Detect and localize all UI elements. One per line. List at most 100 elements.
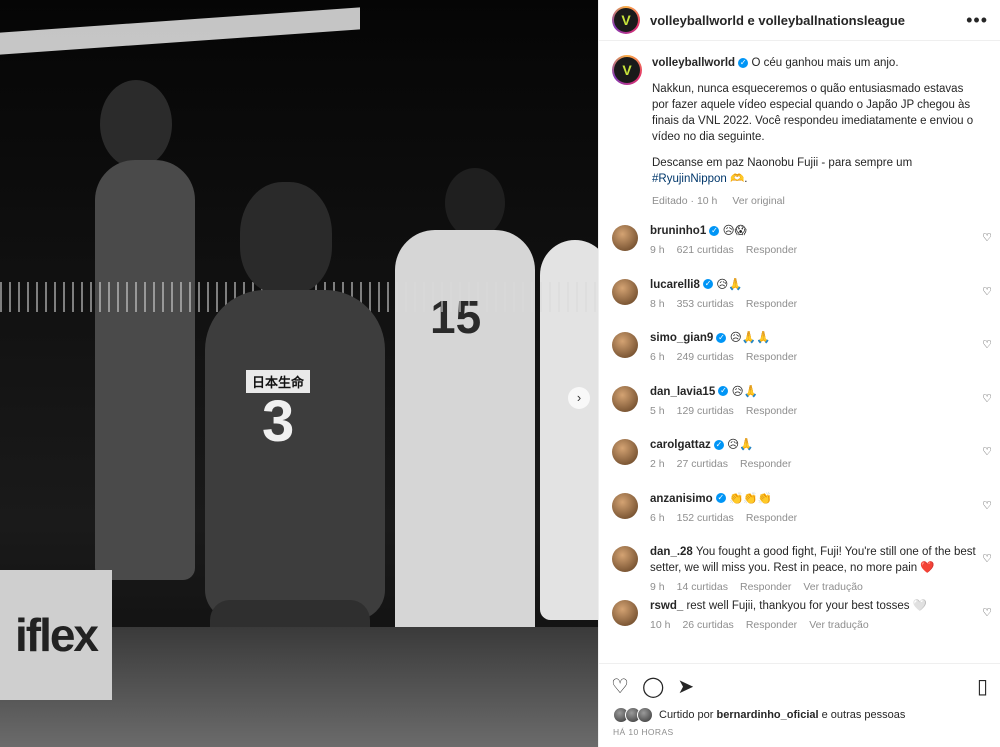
reply-link[interactable]: Responder	[746, 351, 797, 363]
verified-icon: ✓	[713, 439, 724, 450]
arena-banner	[0, 7, 360, 55]
comment-likes[interactable]: 27 curtidas	[677, 458, 728, 470]
comment-text: 😥🙏	[731, 385, 758, 398]
comment-username[interactable]: lucarelli8	[650, 279, 700, 291]
vnl-logo-icon: V	[614, 8, 638, 32]
comment-text: 😥🙏	[716, 278, 743, 291]
comment-likes[interactable]: 14 curtidas	[677, 581, 728, 593]
comment-username[interactable]: simo_gian9	[650, 332, 713, 344]
share-icon[interactable]: ➤	[677, 674, 694, 699]
caption-para1: Nakkun, nunca esqueceremos o quão entusi…	[652, 83, 974, 143]
hashtag-link[interactable]: #RyujinNippon	[652, 173, 727, 185]
heart-icon[interactable]: ♡	[611, 674, 629, 699]
comments-scroll[interactable]: V volleyballworld ✓ O céu ganhou mais um…	[599, 41, 1000, 663]
comment-username[interactable]: rswd_	[650, 600, 683, 612]
post-side-panel: V volleyballworld e volleyballnationslea…	[598, 0, 1000, 747]
heart-icon[interactable]: ♡	[982, 392, 992, 405]
verified-icon: ✓	[738, 57, 749, 68]
comment-likes[interactable]: 249 curtidas	[677, 351, 734, 363]
avatar[interactable]	[612, 225, 638, 251]
heart-icon[interactable]: ♡	[982, 231, 992, 244]
caption-para2-text: Descanse em paz Naonobu Fujii - para sem…	[652, 157, 913, 169]
comment-likes[interactable]: 621 curtidas	[677, 244, 734, 256]
reply-link[interactable]: Responder	[746, 298, 797, 310]
comment-username[interactable]: carolgattaz	[650, 439, 711, 451]
comment-time: 2 h	[650, 458, 665, 470]
reply-link[interactable]: Responder	[746, 405, 797, 417]
comment-username[interactable]: dan_lavia15	[650, 386, 715, 398]
comment-text: 👏👏👏	[729, 492, 773, 505]
comment-likes[interactable]: 353 curtidas	[677, 298, 734, 310]
post-photo[interactable]: 15 日本生命 3 iflex ›	[0, 0, 598, 747]
jersey-number: 3	[262, 389, 295, 454]
liked-suffix[interactable]: e outras pessoas	[822, 709, 906, 721]
comment-icon[interactable]: ◯	[642, 674, 664, 699]
comment-likes[interactable]: 26 curtidas	[682, 619, 733, 631]
bookmark-icon[interactable]: ▯	[977, 674, 988, 699]
comment-text: rest well Fujii, thankyou for your best …	[686, 599, 928, 612]
comment-text: 😥🙏🙏	[729, 332, 771, 344]
comment-username[interactable]: dan_.28	[650, 546, 693, 558]
comment-row: bruninho1 ✓ 😥😱 9 h 621 curtidas Responder ♡	[599, 223, 1000, 277]
comment-list: bruninho1 ✓ 😥😱 9 h 621 curtidas Responder ♡ l…	[599, 223, 1000, 651]
avatar[interactable]	[612, 599, 638, 626]
comment-row: lucarelli8 ✓ 😥🙏 8 h 353 curtidas Responder ♡	[599, 277, 1000, 331]
edited-label: Editado · 10 h	[652, 195, 718, 207]
avatar[interactable]: V	[612, 55, 642, 85]
comment-username[interactable]: anzanisimo	[650, 493, 713, 505]
comment-likes[interactable]: 129 curtidas	[677, 405, 734, 417]
action-bar: ♡ ◯ ➤ ▯ Curtido por bernardinho_oficial …	[599, 663, 1000, 747]
avatar[interactable]	[612, 278, 638, 305]
ad-board: iflex	[0, 570, 112, 700]
translate-link[interactable]: Ver tradução	[803, 581, 863, 593]
avatar[interactable]	[612, 439, 638, 465]
caption-para2: Descanse em paz Naonobu Fujii - para sem…	[652, 155, 982, 187]
comment-username[interactable]: bruninho1	[650, 225, 706, 237]
avatar[interactable]	[612, 546, 638, 572]
heart-icon[interactable]: ♡	[982, 338, 992, 351]
comment-time: 9 h	[650, 244, 665, 256]
translate-link[interactable]: Ver tradução	[809, 619, 869, 631]
comment-likes[interactable]: 152 curtidas	[677, 512, 734, 524]
more-horizontal-icon[interactable]: •••	[966, 10, 988, 31]
comment-text: You fought a good fight, Fuji! You're st…	[650, 546, 976, 574]
avatar[interactable]	[612, 385, 638, 412]
comment-row: carolgattaz ✓ 😥🙏 2 h 27 curtidas Responder ♡	[599, 437, 1000, 491]
caption: V volleyballworld ✓ O céu ganhou mais um…	[599, 41, 1000, 209]
caption-meta: Editado · 10 h Ver original	[652, 193, 982, 209]
player-main-head	[240, 182, 332, 294]
reply-link[interactable]: Responder	[740, 458, 791, 470]
comment-row: rswd_ rest well Fujii, thankyou for your…	[599, 598, 1000, 652]
caption-username[interactable]: volleyballworld	[652, 57, 735, 69]
reply-link[interactable]: Responder	[740, 581, 791, 593]
next-slide-button[interactable]: ›	[568, 387, 590, 409]
liked-user[interactable]: bernardinho_oficial	[716, 709, 818, 721]
reply-link[interactable]: Responder	[746, 512, 797, 524]
post-authors[interactable]: volleyballworld e volleyballnationsleagu…	[650, 13, 966, 28]
comment-time: 5 h	[650, 404, 665, 417]
avatar[interactable]: V	[612, 6, 640, 34]
comment-row: anzanisimo ✓ 👏👏👏 6 h 152 curtidas Responder…	[599, 491, 1000, 545]
see-original-link[interactable]: Ver original	[732, 195, 785, 207]
comment-row: simo_gian9 ✓ 😥🙏🙏 6 h 249 curtidas Responder…	[599, 330, 1000, 384]
comment-time: 6 h	[650, 351, 665, 363]
verified-icon: ✓	[715, 493, 726, 504]
verified-icon: ✓	[716, 332, 727, 343]
player-main	[205, 290, 385, 620]
reply-link[interactable]: Responder	[746, 244, 797, 256]
comment-row: dan_.28 You fought a good fight, Fuji! Y…	[599, 544, 1000, 598]
avatar[interactable]	[612, 332, 638, 358]
heart-icon[interactable]: ♡	[982, 285, 992, 298]
avatar[interactable]	[612, 492, 638, 519]
player-left	[95, 160, 195, 580]
liker-avatar	[637, 707, 653, 723]
post-timestamp: HÁ 10 HORAS	[613, 727, 674, 737]
heart-icon[interactable]: ♡	[982, 445, 992, 458]
heart-icon[interactable]: ♡	[982, 499, 992, 512]
comment-time: 9 h	[650, 581, 665, 593]
reply-link[interactable]: Responder	[746, 619, 797, 631]
comment-time: 10 h	[650, 618, 671, 631]
heart-icon[interactable]: ♡	[982, 552, 992, 565]
comment-time: 8 h	[650, 297, 665, 310]
heart-icon[interactable]: ♡	[982, 606, 992, 619]
